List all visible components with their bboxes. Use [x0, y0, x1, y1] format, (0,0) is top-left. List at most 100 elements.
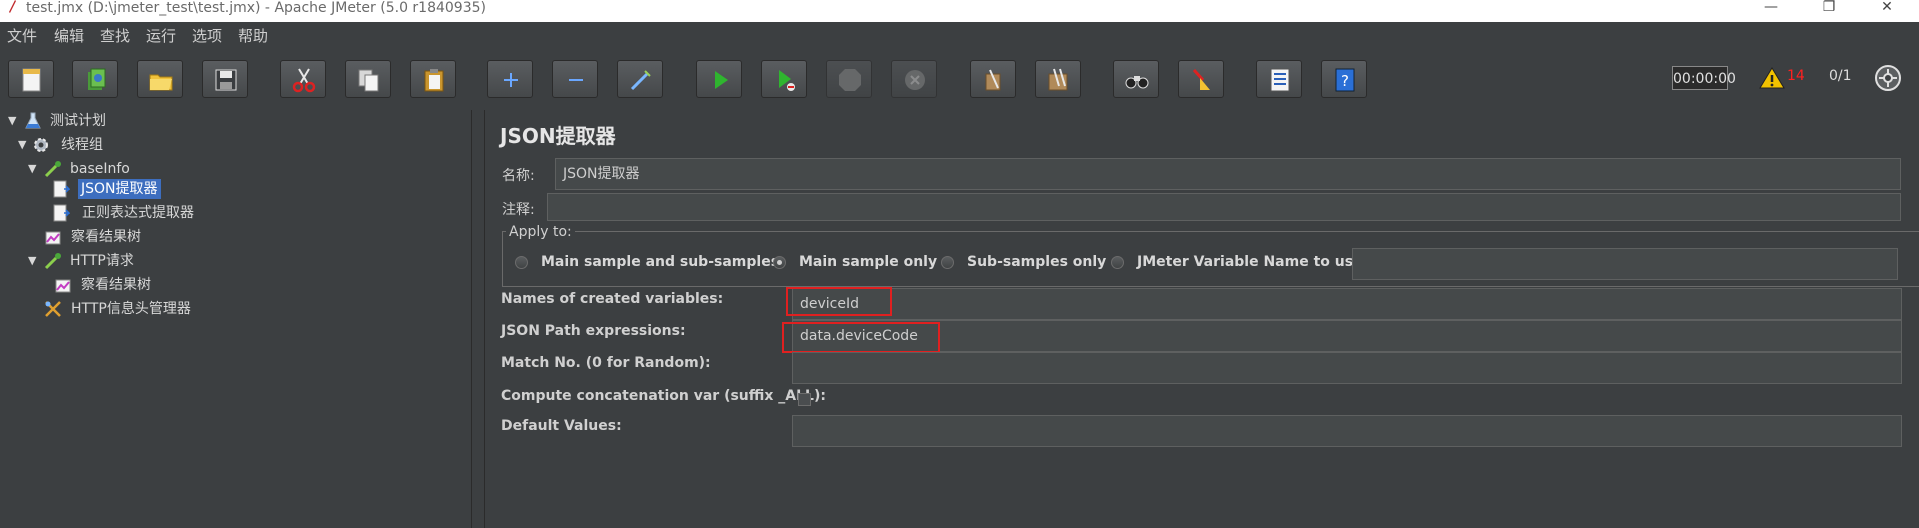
templates-icon [88, 68, 106, 90]
warning-icon[interactable] [1759, 66, 1785, 90]
json-path-field[interactable]: data.deviceCode [792, 320, 1902, 352]
warning-count[interactable]: 14 [1787, 68, 1805, 84]
gear-icon [34, 138, 48, 152]
expand-arrow-icon[interactable]: ▼ [28, 250, 40, 272]
cut-button[interactable] [280, 60, 326, 98]
comment-field[interactable] [547, 193, 1901, 221]
radio-sub-only-label[interactable]: Sub-samples only [967, 254, 1106, 270]
radio-variable-name[interactable] [1111, 256, 1124, 269]
radio-sub-only[interactable] [941, 256, 954, 269]
split-pane-divider[interactable] [471, 110, 485, 528]
paste-icon [424, 69, 444, 92]
expand-arrow-icon[interactable]: ▼ [18, 134, 30, 156]
panel-title: JSON提取器 [500, 124, 616, 148]
concat-checkbox[interactable] [798, 393, 811, 406]
tree-node-regex-extractor[interactable]: 正则表达式提取器 [0, 202, 470, 224]
stop-button[interactable] [826, 60, 872, 98]
default-values-field[interactable] [792, 415, 1902, 447]
tree-node-baseinfo[interactable]: ▼ baseInfo [0, 158, 470, 180]
new-button[interactable] [8, 60, 54, 98]
shutdown-icon [905, 70, 925, 90]
tree-node-view-results-tree-2[interactable]: 察看结果树 [0, 274, 470, 296]
paste-button[interactable] [410, 60, 456, 98]
comment-label: 注释: [502, 202, 535, 218]
tree-node-label: 线程组 [61, 137, 103, 153]
help-icon: ? [1335, 68, 1355, 92]
tree-node-view-results-tree[interactable]: 察看结果树 [0, 226, 470, 248]
elapsed-timer: 00:00:00 [1672, 66, 1736, 90]
tree-node-http-request[interactable]: ▼ HTTP请求 [0, 250, 470, 272]
names-label: Names of created variables: [501, 291, 724, 307]
title-bar: test.jmx (D:\jmeter_test\test.jmx) - Apa… [0, 0, 1919, 22]
menu-file[interactable]: 文件 [7, 25, 37, 46]
radio-main-only[interactable] [773, 256, 786, 269]
json-path-label: JSON Path expressions: [501, 323, 686, 339]
minimize-button[interactable]: — [1756, 0, 1786, 16]
restore-button[interactable]: ❐ [1814, 0, 1844, 16]
tree-node-label: JSON提取器 [78, 179, 161, 199]
tree-node-test-plan[interactable]: ▼ 测试计划 [0, 110, 470, 132]
menu-help[interactable]: 帮助 [238, 25, 268, 46]
tree-node-label: HTTP请求 [70, 253, 134, 269]
templates-button[interactable] [72, 60, 118, 98]
menu-edit[interactable]: 编辑 [54, 25, 84, 46]
reset-search-broom-icon [1192, 68, 1210, 90]
apply-to-legend: Apply to: [506, 224, 575, 240]
help-button[interactable]: ? [1321, 60, 1367, 98]
tools-icon [45, 301, 61, 317]
radio-main-only-label[interactable]: Main sample only [799, 254, 937, 270]
highlight-box [782, 322, 940, 353]
default-values-label: Default Values: [501, 418, 622, 434]
close-button[interactable]: ✕ [1872, 0, 1902, 16]
menu-search[interactable]: 查找 [100, 25, 130, 46]
match-no-field[interactable] [792, 352, 1902, 384]
tree-node-label: 正则表达式提取器 [82, 205, 194, 221]
tree-node-label: 察看结果树 [81, 277, 151, 293]
menu-bar: 文件 编辑 查找 运行 选项 帮助 [0, 22, 1919, 48]
flask-icon [25, 112, 41, 129]
radio-variable-name-label[interactable]: JMeter Variable Name to use [1137, 254, 1363, 270]
concat-label: Compute concatenation var (suffix _ALL): [501, 388, 826, 404]
toggle-wand-icon [630, 70, 651, 91]
expand-arrow-icon[interactable]: ▼ [28, 158, 40, 180]
list-icon [1270, 68, 1290, 92]
minus-icon [569, 79, 583, 81]
radio-main-and-sub-label[interactable]: Main sample and sub-samples [541, 254, 779, 270]
pipette-icon [44, 161, 61, 178]
match-no-label: Match No. (0 for Random): [501, 355, 711, 371]
reset-search-button[interactable] [1178, 60, 1224, 98]
expand-all-button[interactable] [487, 60, 533, 98]
clear-all-button[interactable] [1035, 60, 1081, 98]
document-icon [53, 204, 70, 222]
save-button[interactable] [202, 60, 248, 98]
shutdown-button[interactable] [891, 60, 937, 98]
document-icon [53, 180, 70, 198]
tree-node-json-extractor[interactable]: JSON提取器 [0, 178, 470, 200]
menu-options[interactable]: 选项 [192, 25, 222, 46]
menu-run[interactable]: 运行 [146, 25, 176, 46]
broom-icon [985, 69, 1001, 91]
tree-node-header-manager[interactable]: HTTP信息头管理器 [0, 298, 470, 320]
tree-node-label: HTTP信息头管理器 [71, 301, 191, 317]
search-button[interactable] [1113, 60, 1159, 98]
tree-node-thread-group[interactable]: ▼ 线程组 [0, 134, 470, 156]
save-icon [215, 69, 237, 91]
radio-main-and-sub[interactable] [515, 256, 528, 269]
start-button[interactable] [696, 60, 742, 98]
pipette-icon [44, 253, 61, 270]
function-helper-button[interactable] [1256, 60, 1302, 98]
variable-name-field[interactable] [1352, 248, 1898, 280]
binoculars-icon [1125, 76, 1149, 89]
collapse-all-button[interactable] [552, 60, 598, 98]
clear-button[interactable] [970, 60, 1016, 98]
tree-node-label: 测试计划 [50, 113, 106, 129]
start-no-pauses-button[interactable] [761, 60, 807, 98]
name-field[interactable]: JSON提取器 [555, 158, 1901, 190]
names-of-variables-field[interactable]: deviceId [792, 288, 1902, 320]
copy-button[interactable] [345, 60, 391, 98]
toggle-button[interactable] [617, 60, 663, 98]
open-button[interactable] [137, 60, 183, 98]
svg-text:?: ? [1341, 72, 1349, 90]
tree-node-label: 察看结果树 [71, 229, 141, 245]
expand-arrow-icon[interactable]: ▼ [8, 110, 20, 132]
